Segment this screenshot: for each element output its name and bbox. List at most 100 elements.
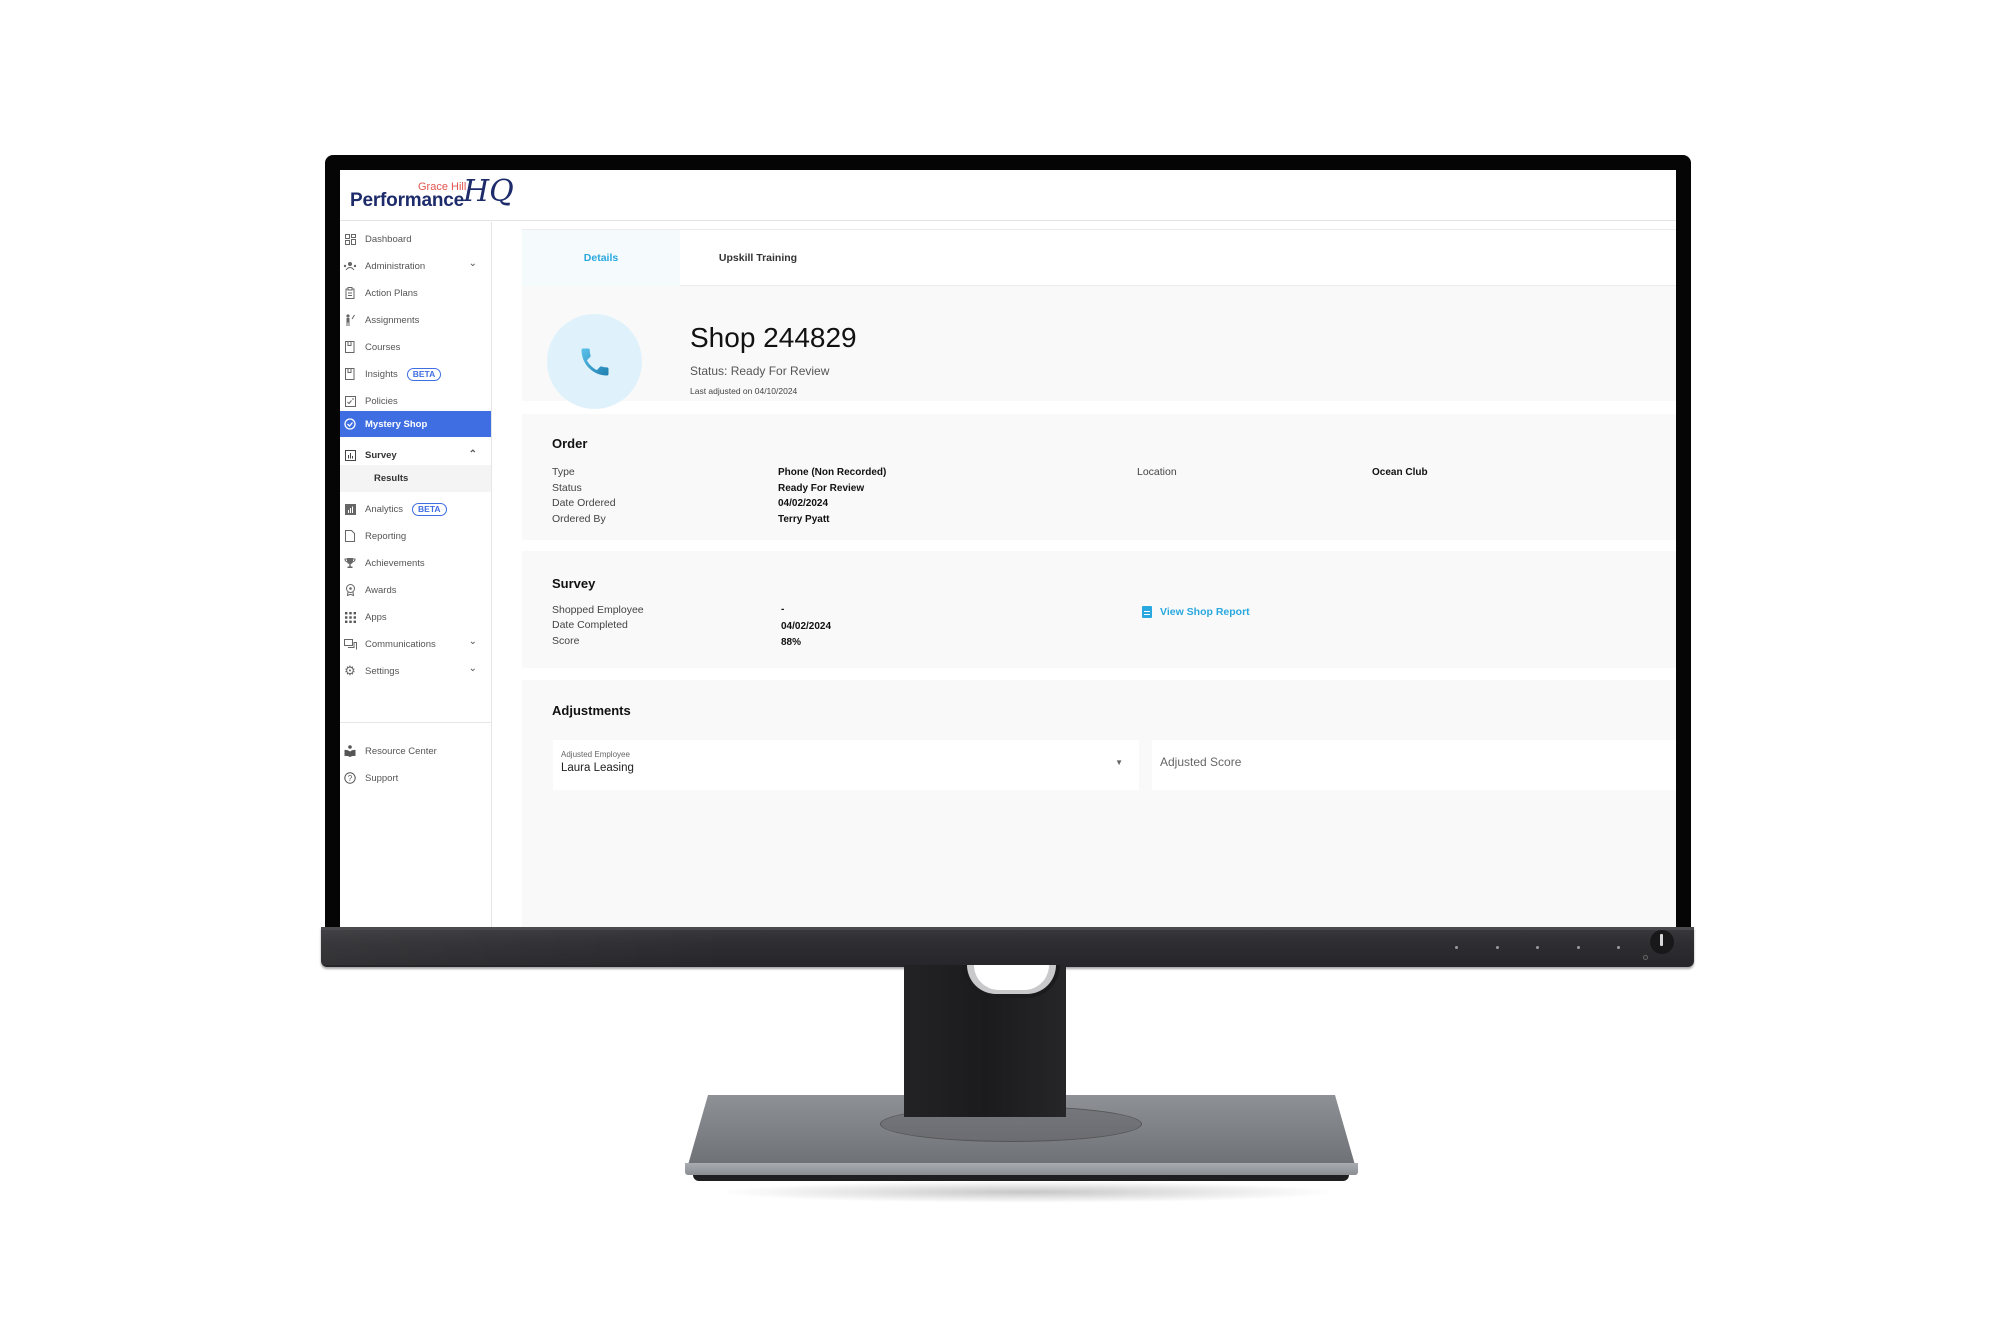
app-header: Grace Hill Performance HQ — [340, 170, 1676, 221]
dashboard-grid-icon — [343, 232, 357, 246]
sidebar-label: Awards — [365, 584, 397, 596]
bezel-sheen — [321, 930, 731, 965]
sidebar-label: Policies — [365, 395, 398, 407]
chevron-down-icon: ⌄ — [468, 258, 477, 269]
sidebar-label: Settings — [365, 665, 400, 677]
tab-details[interactable]: Details — [522, 230, 680, 288]
adjustments-title: Adjustments — [552, 703, 631, 718]
survey-title: Survey — [552, 576, 596, 591]
last-adjusted-date: Last adjusted on 04/10/2024 — [690, 386, 798, 396]
bar-chart-icon — [343, 448, 357, 462]
sidebar-label: Analytics — [365, 503, 404, 515]
monitor-button[interactable] — [1577, 946, 1580, 949]
shop-title: Shop 244829 — [690, 322, 857, 353]
adjusted-score-input[interactable]: Adjusted Score — [1152, 740, 1676, 790]
order-card: Order Type Phone (Non Recorded) Status R… — [522, 414, 1676, 540]
monitor-button[interactable] — [1496, 946, 1499, 949]
adjusted-employee-select[interactable]: Adjusted Employee Laura Leasing ▼ — [553, 740, 1139, 790]
order-status-label: Status — [552, 482, 582, 494]
sidebar-label: Resource Center — [365, 745, 437, 757]
chevron-down-icon: ⌄ — [468, 663, 477, 674]
sidebar-label: Apps — [365, 611, 387, 623]
order-status-value: Ready For Review — [778, 483, 865, 494]
sidebar-item-mystery-shop[interactable]: Mystery Shop — [340, 411, 491, 437]
order-type-value: Phone (Non Recorded) — [778, 467, 887, 478]
trophy-icon — [343, 556, 357, 570]
adjusted-employee-label: Adjusted Employee — [561, 750, 630, 759]
monitor-button[interactable] — [1536, 946, 1539, 949]
apps-grid-icon — [343, 610, 357, 624]
document-icon — [343, 529, 357, 543]
person-pointer-icon — [343, 313, 357, 327]
stand-base-underside — [693, 1175, 1349, 1181]
adjusted-score-placeholder: Adjusted Score — [1160, 755, 1242, 769]
caret-down-icon: ▼ — [1115, 758, 1123, 767]
date-completed-value: 04/02/2024 — [781, 621, 832, 632]
monitor-bottom-bezel — [321, 927, 1694, 967]
gear-icon: ⚙ — [344, 663, 356, 678]
beta-badge: BETA — [412, 502, 447, 516]
date-completed-label: Date Completed — [552, 619, 628, 631]
shop-status: Status: Ready For Review — [690, 364, 830, 378]
shopped-employee-label: Shopped Employee — [552, 604, 644, 616]
sidebar-subitem-results[interactable]: Results — [340, 465, 491, 492]
sidebar-label: Communications — [365, 638, 436, 650]
sidebar-label: Results — [374, 473, 409, 484]
monitor-button[interactable] — [1455, 946, 1458, 949]
chat-icon — [343, 637, 357, 651]
stand-shadow — [715, 1181, 1340, 1203]
adjusted-employee-value: Laura Leasing — [561, 762, 634, 774]
power-button[interactable] — [1650, 930, 1674, 954]
survey-card: Survey Shopped Employee - Date Completed… — [522, 551, 1676, 668]
performance-hq-logo[interactable]: Grace Hill Performance HQ — [350, 174, 514, 216]
sidebar-item-settings[interactable]: ⚙ Settings ⌄ — [340, 654, 491, 688]
score-label: Score — [552, 635, 580, 647]
shop-type-avatar — [547, 314, 642, 409]
date-ordered-value: 04/02/2024 — [778, 498, 829, 509]
monitor-button[interactable] — [1617, 946, 1620, 949]
sidebar-label: Courses — [365, 341, 401, 353]
view-shop-report-link[interactable]: View Shop Report — [1142, 606, 1250, 618]
sidebar-label: Assignments — [365, 314, 420, 326]
main-content: Details Upskill Training Shop 244829 Sta… — [522, 222, 1676, 927]
sidebar-label: Reporting — [365, 530, 407, 542]
reading-person-icon — [343, 744, 357, 758]
logo-hq: HQ — [463, 174, 514, 209]
sidebar-label: Survey — [365, 449, 397, 461]
location-value: Ocean Club — [1372, 467, 1428, 478]
sidebar-divider — [340, 722, 491, 723]
ordered-by-label: Ordered By — [552, 513, 606, 525]
sidebar-item-support[interactable]: ? Support — [340, 761, 491, 795]
sidebar-label: Dashboard — [365, 233, 412, 245]
people-icon — [343, 259, 357, 273]
book-icon — [343, 367, 357, 381]
order-type-label: Type — [552, 466, 575, 478]
shop-summary-card: Shop 244829 Status: Ready For Review Las… — [522, 286, 1676, 409]
checklist-icon — [343, 394, 357, 408]
tab-upskill-training[interactable]: Upskill Training — [680, 230, 836, 286]
clipboard-icon — [343, 286, 357, 300]
book-icon — [343, 340, 357, 354]
screen: Grace Hill Performance HQ Dashboard Admi… — [340, 170, 1676, 927]
stand-base-edge — [685, 1163, 1358, 1175]
power-led-icon — [1643, 955, 1648, 960]
adjustments-card: Adjustments Adjusted Employee Laura Leas… — [522, 680, 1676, 927]
svg-text:?: ? — [348, 774, 353, 783]
chevron-up-icon: ⌃ — [468, 449, 477, 460]
sidebar-label: Insights — [365, 368, 398, 380]
chevron-down-icon: ⌄ — [468, 636, 477, 647]
sidebar: Dashboard Administration ⌄ Action Plans … — [340, 222, 492, 927]
logo-performance: Performance — [350, 190, 464, 211]
help-circle-icon: ? — [343, 771, 357, 785]
ordered-by-value: Terry Pyatt — [778, 514, 830, 525]
beta-badge: BETA — [406, 367, 442, 381]
location-label: Location — [1137, 466, 1177, 478]
tab-bar: Details Upskill Training — [522, 229, 1676, 288]
date-ordered-label: Date Ordered — [552, 497, 616, 509]
order-title: Order — [552, 436, 588, 451]
sidebar-label: Achievements — [365, 557, 425, 569]
sidebar-label: Mystery Shop — [365, 418, 428, 430]
sidebar-label: Administration — [365, 260, 426, 272]
document-icon — [1142, 606, 1152, 618]
sidebar-label: Support — [365, 772, 399, 784]
